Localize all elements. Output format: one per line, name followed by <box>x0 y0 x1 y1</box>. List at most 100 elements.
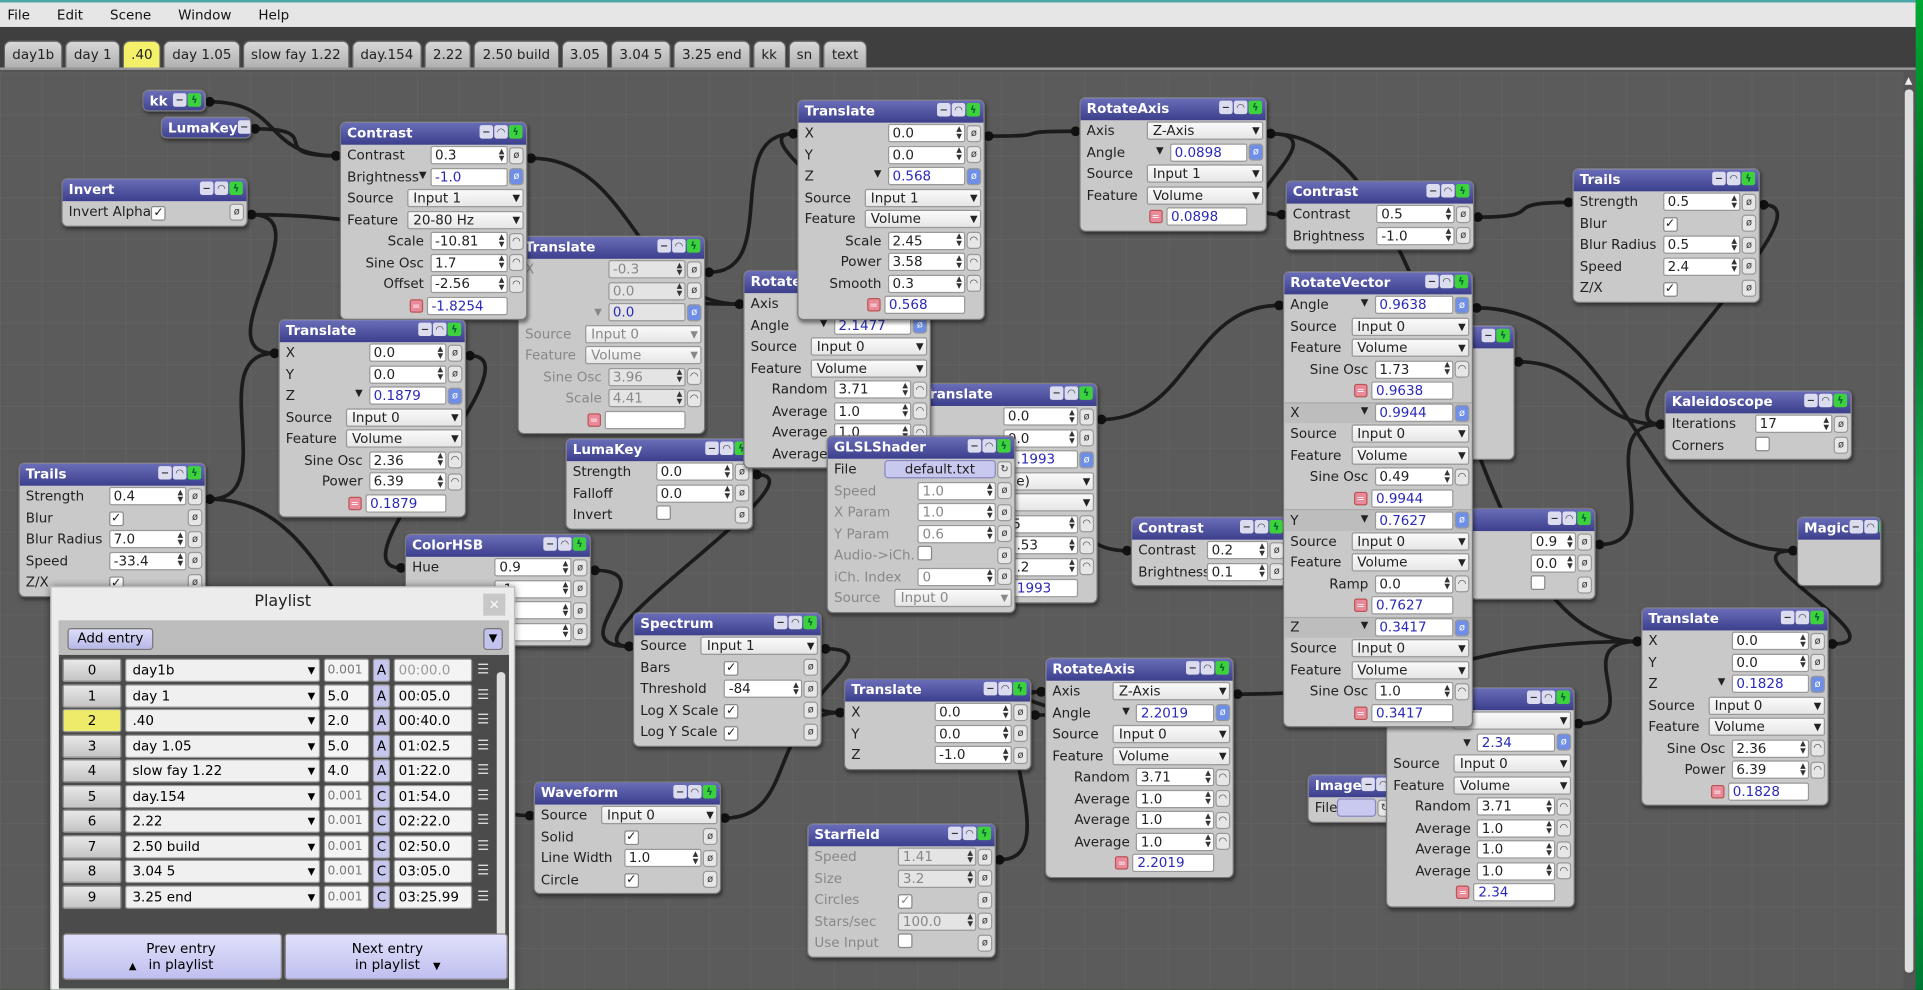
value-field[interactable]: 0.0 ▲ ▼ <box>887 124 966 143</box>
audio-link-icon[interactable]: ◠ <box>1215 768 1231 786</box>
audio-link-icon[interactable]: ◠ <box>1454 468 1470 486</box>
value-field[interactable]: 1.0▲▼ <box>833 401 912 421</box>
minimize-icon[interactable]: − <box>237 120 251 134</box>
entry-mode-toggle[interactable]: C <box>372 859 391 884</box>
power-icon[interactable]: ϟ <box>1215 661 1229 675</box>
value-field[interactable]: -1.0 <box>430 167 508 187</box>
spinner[interactable]: ▲▼ <box>1544 820 1554 836</box>
entry-duration-field[interactable]: 0.001 <box>323 834 370 858</box>
audio-link-icon[interactable]: ◠ <box>1215 833 1231 851</box>
minimize-icon[interactable]: − <box>1426 183 1440 198</box>
spinner[interactable]: ▲▼ <box>435 452 445 468</box>
value-field[interactable]: 4.41 ▲ ▼ <box>607 389 686 408</box>
entry-duration-field[interactable]: 0.001 <box>323 809 370 833</box>
value-field[interactable]: 1.0▲▼ <box>1476 818 1556 838</box>
select-field[interactable]: 20-80 Hz ▼ <box>407 210 524 230</box>
dropdown-arrow-icon[interactable]: ▼ <box>1463 737 1471 748</box>
value-field[interactable]: 0.0 ▲ ▼ <box>368 365 447 384</box>
link-icon[interactable]: ø <box>803 701 819 720</box>
value-field[interactable]: 0.0 ▲ ▼ <box>1731 631 1810 651</box>
entry-time-field[interactable]: 03:05.0 <box>393 859 473 884</box>
entry-index-button[interactable]: 5 <box>62 784 122 808</box>
spinner[interactable]: ▲▼ <box>1565 555 1575 571</box>
spinner[interactable]: ▲▼ <box>1203 791 1213 807</box>
entry-mode-toggle[interactable]: A <box>372 759 391 783</box>
spinner[interactable]: ▲▼ <box>1001 747 1011 763</box>
link-icon[interactable]: ø <box>572 601 588 620</box>
value-field[interactable]: 1.7 ▲ ▼ <box>430 253 508 272</box>
dropdown-arrow-icon[interactable]: ▼ <box>1361 512 1369 528</box>
audio-icon[interactable]: ◠ <box>982 439 996 453</box>
audio-link-icon[interactable]: ◠ <box>508 275 524 293</box>
minimize-icon[interactable]: − <box>1780 610 1795 625</box>
node-rotateaxis[interactable]: RotateAxis − ◠ ϟ Axis Z-Axis ▼ Angle ▼ 0.0898 ø S… <box>1079 96 1267 232</box>
drag-handle-icon[interactable]: ☰ <box>476 734 491 757</box>
select-field[interactable]: Input 0 ▼ <box>1708 696 1826 715</box>
audio-link-icon[interactable]: ◠ <box>1810 761 1826 779</box>
checkbox[interactable] <box>1530 575 1546 591</box>
audio-icon[interactable]: ◠ <box>1863 520 1878 534</box>
value-field[interactable]: 0.0 ▲ ▼ <box>887 145 966 165</box>
select-field[interactable]: Input 0 ▼ <box>584 324 702 344</box>
equals-icon[interactable]: = <box>409 298 423 313</box>
output-port[interactable] <box>1232 689 1243 700</box>
connection-wire[interactable] <box>1477 200 1569 219</box>
node-header[interactable]: Magic −◠ϟ <box>1798 517 1881 540</box>
spinner[interactable]: ▲▼ <box>561 581 571 597</box>
dropdown-arrow-icon[interactable]: ▼ <box>355 388 363 404</box>
equals-icon[interactable]: = <box>1353 706 1368 720</box>
audio-link-icon[interactable]: ◠ <box>1079 515 1095 533</box>
link-icon[interactable]: ø <box>187 552 203 570</box>
node-header[interactable]: Translate − ◠ ϟ <box>1642 608 1828 631</box>
value-field[interactable]: 0.0 ▲ ▼ <box>607 281 686 301</box>
spinner[interactable]: ▲▼ <box>1442 469 1452 485</box>
audio-icon[interactable]: ◠ <box>1795 610 1810 625</box>
value-field[interactable]: 0.1828 <box>1731 674 1810 694</box>
select-field[interactable]: Volume ▼ <box>345 429 463 448</box>
drag-handle-icon[interactable]: ☰ <box>476 885 491 908</box>
minimize-icon[interactable]: − <box>657 239 671 253</box>
link-icon[interactable]: ø <box>1454 404 1470 422</box>
node-trails[interactable]: Trails − ◠ ϟ Strength 0.5 ▲ ▼ ø Blur ✓ ø Blur Radi… <box>1572 168 1761 303</box>
value-field[interactable]: 2.36 ▲ ▼ <box>368 451 447 470</box>
entry-mode-toggle[interactable]: C <box>372 834 391 858</box>
checkbox[interactable]: ✓ <box>623 830 639 846</box>
select-field[interactable]: Input 0 ▼ <box>894 589 1012 608</box>
link-icon[interactable]: ø <box>803 680 819 698</box>
output-port[interactable] <box>1513 356 1524 367</box>
value-field[interactable]: 0.1 ▲ ▼ <box>1206 562 1269 582</box>
dropdown-arrow-icon[interactable]: ▼ <box>874 168 882 184</box>
power-icon[interactable]: ϟ <box>1577 511 1591 525</box>
close-button[interactable]: × <box>483 593 506 616</box>
link-icon[interactable]: ø <box>447 365 463 383</box>
checkbox[interactable]: ✓ <box>1662 281 1678 297</box>
audio-icon[interactable]: ◠ <box>672 239 686 253</box>
select-field[interactable]: Volume ▼ <box>1351 660 1470 680</box>
value-field[interactable]: 2.2019 <box>1135 703 1215 723</box>
output-port[interactable] <box>820 643 831 654</box>
value-field[interactable]: 3.71 ▲ ▼ <box>1135 768 1215 787</box>
value-field[interactable]: 1.0▲▼ <box>1476 861 1556 881</box>
scroll-up-icon[interactable]: ▲ <box>1905 75 1913 86</box>
output-port[interactable] <box>983 131 994 142</box>
select-field[interactable]: Input 0 ▼ <box>1453 754 1572 774</box>
node-contrast[interactable]: Contrast − ◠ ϟ Contrast 0.2 ▲ ▼ ø Brightness 0.1… <box>1130 516 1288 587</box>
checkbox[interactable]: ✓ <box>723 704 739 720</box>
link-icon[interactable]: ø <box>734 506 750 524</box>
audio-icon[interactable]: ◠ <box>558 537 572 551</box>
select-field[interactable]: Volume ▼ <box>1351 553 1470 572</box>
minimize-icon[interactable]: − <box>1049 386 1064 400</box>
entry-time-field[interactable]: 02:50.0 <box>393 834 473 858</box>
value-field[interactable]: -84 ▲ ▼ <box>723 679 803 699</box>
node-header[interactable]: Contrast − ◠ ϟ <box>340 122 527 145</box>
value-field[interactable]: 1.0▲▼ <box>917 481 996 501</box>
value-field[interactable]: 0.568 <box>887 167 966 186</box>
value-field[interactable]: 0.4 ▲ ▼ <box>108 487 187 506</box>
minimize-icon[interactable]: − <box>1712 171 1726 186</box>
value-field[interactable]: 1.0▲▼ <box>1476 840 1556 859</box>
connection-wire[interactable] <box>1578 639 1638 726</box>
link-icon[interactable]: ø <box>187 487 203 506</box>
power-icon[interactable]: ϟ <box>997 439 1011 453</box>
entry-time-field[interactable]: 03:25.99 <box>393 884 473 909</box>
node-glslshader[interactable]: GLSLShader − ◠ ϟ File default.txt ↻ Speed 1.0 ▲… <box>826 435 1016 613</box>
